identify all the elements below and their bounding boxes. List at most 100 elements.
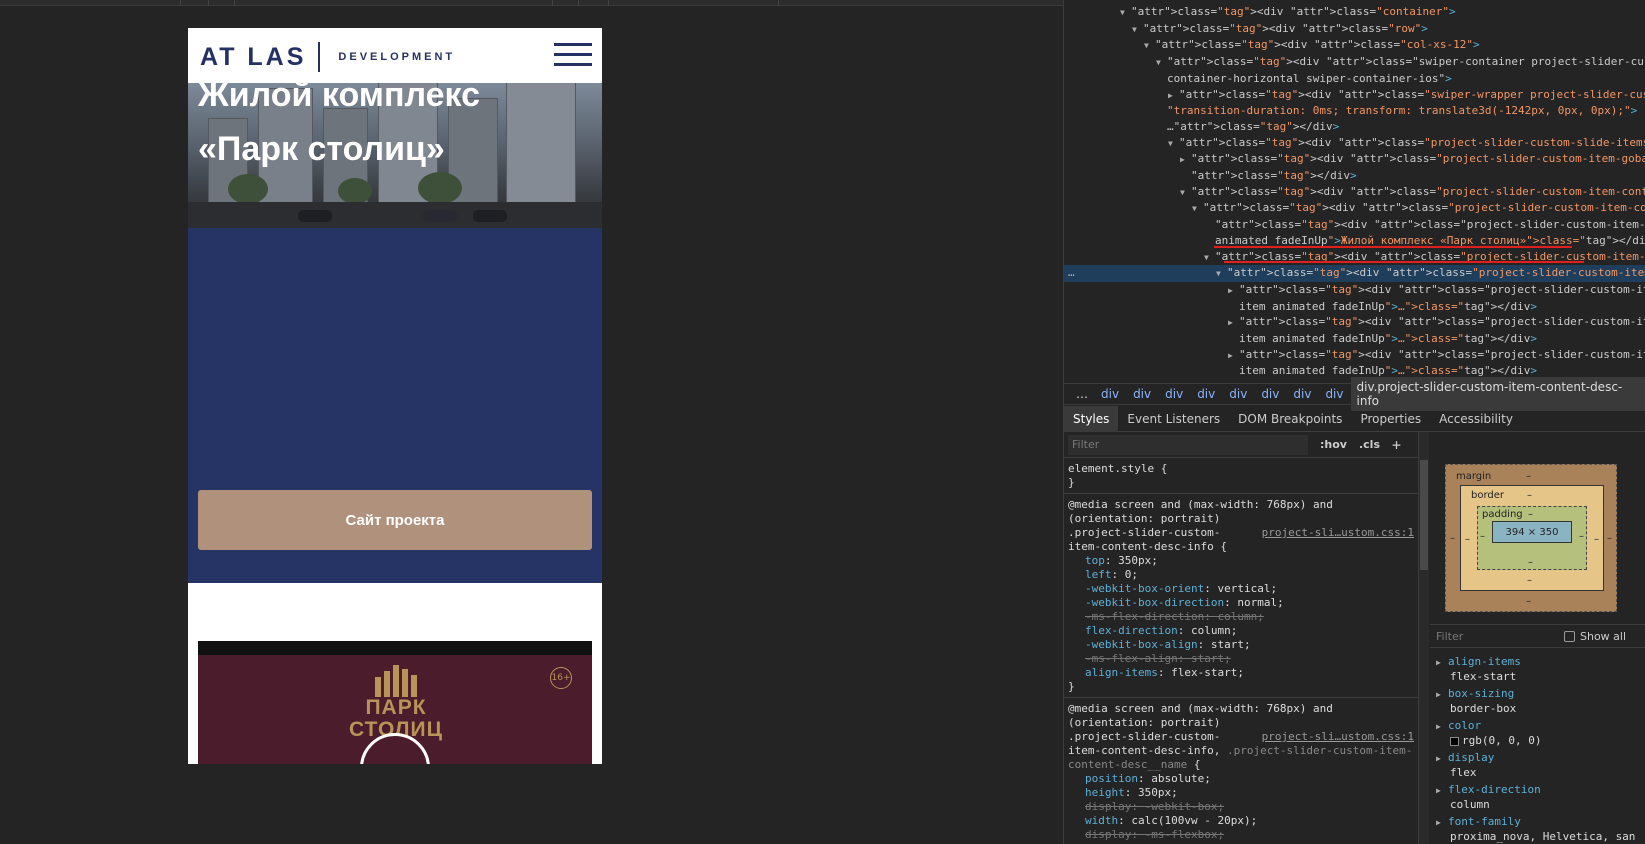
show-all-toggle[interactable]: Show all bbox=[1564, 630, 1626, 643]
expand-triangle-icon[interactable]: ▶ bbox=[1228, 315, 1239, 331]
dom-node[interactable]: ▼ "attr">class="tag"><div "attr">class="p… bbox=[1064, 135, 1645, 152]
video-player[interactable]: 16+ ПАРК СТОЛИЦ bbox=[198, 641, 592, 764]
breadcrumb-item[interactable]: div bbox=[1318, 387, 1350, 401]
dom-node[interactable]: ▶ "attr">class="tag"><div "attr">class="p… bbox=[1064, 347, 1645, 364]
collapse-triangle-icon[interactable]: ▼ bbox=[1216, 266, 1227, 282]
css-declaration[interactable]: -webkit-box-direction: normal; bbox=[1068, 596, 1414, 610]
tab-event-listeners[interactable]: Event Listeners bbox=[1118, 406, 1229, 432]
dom-node[interactable]: ▶ "attr">class="tag"><div "attr">class="s… bbox=[1064, 87, 1645, 104]
color-swatch[interactable] bbox=[1450, 736, 1459, 746]
collapse-triangle-icon[interactable]: ▼ bbox=[1192, 201, 1203, 217]
css-declaration[interactable]: display: -webkit-box; bbox=[1068, 800, 1414, 814]
breadcrumb-item[interactable]: div bbox=[1286, 387, 1318, 401]
dom-node[interactable]: …"attr">class="tag"></div> bbox=[1064, 119, 1645, 135]
atlas-logo[interactable]: AT LAS DEVELOPMENT bbox=[200, 42, 455, 72]
hover-state-toggle[interactable]: :hov bbox=[1320, 438, 1347, 452]
css-declaration[interactable]: height: 350px; bbox=[1068, 786, 1414, 800]
css-rule[interactable]: @media screen and (max-width: 768px) and… bbox=[1064, 494, 1418, 698]
expand-triangle-icon[interactable]: ▶ bbox=[1436, 784, 1448, 798]
rule-source-link[interactable]: project-sli…ustom.css:1 bbox=[1262, 730, 1414, 744]
dom-node[interactable]: item animated fadeInUp">…">class="tag"><… bbox=[1064, 299, 1645, 315]
dom-node[interactable]: "attr">class="tag"><div "attr">class="pr… bbox=[1064, 217, 1645, 233]
show-all-checkbox[interactable] bbox=[1564, 630, 1575, 642]
breadcrumb: … div div div div div div div div div.pr… bbox=[1064, 377, 1645, 411]
element-style-rule[interactable]: element.style { } bbox=[1064, 458, 1418, 494]
breadcrumb-item[interactable]: div bbox=[1190, 387, 1222, 401]
css-declaration[interactable]: -webkit-box-orient: vertical; bbox=[1068, 582, 1414, 596]
collapse-triangle-icon[interactable]: ▼ bbox=[1132, 22, 1143, 38]
collapse-triangle-icon[interactable]: ▼ bbox=[1204, 250, 1215, 266]
breadcrumb-item[interactable]: div bbox=[1222, 387, 1254, 401]
dom-node[interactable]: ▼ "attr">class="tag"><div "attr">class="c… bbox=[1064, 37, 1645, 54]
css-declaration[interactable]: display: -ms-flexbox; bbox=[1068, 828, 1414, 842]
dom-node[interactable]: ▶ "attr">class="tag"><div "attr">class="p… bbox=[1064, 314, 1645, 331]
dom-node[interactable]: ▶ "attr">class="tag"><div "attr">class="p… bbox=[1064, 282, 1645, 299]
dom-node[interactable]: item animated fadeInUp">…">class="tag"><… bbox=[1064, 331, 1645, 347]
expand-triangle-icon[interactable]: ▶ bbox=[1436, 752, 1448, 766]
node-actions-ellipsis[interactable]: … bbox=[1068, 265, 1075, 281]
computed-property[interactable]: ▶ display flex bbox=[1430, 750, 1645, 782]
hamburger-menu-icon[interactable] bbox=[554, 43, 592, 67]
breadcrumb-item[interactable]: div bbox=[1254, 387, 1286, 401]
dom-node-selected[interactable]: ▼ "attr">class="tag"><div "attr">class="p… bbox=[1064, 265, 1645, 282]
css-declaration[interactable]: left: 0; bbox=[1068, 568, 1414, 582]
expand-triangle-icon[interactable]: ▶ bbox=[1168, 88, 1179, 104]
dom-node[interactable]: "transition-duration: 0ms; transform: tr… bbox=[1064, 103, 1645, 119]
computed-property[interactable]: ▶ flex-direction column bbox=[1430, 782, 1645, 814]
expand-triangle-icon[interactable]: ▶ bbox=[1436, 656, 1448, 670]
css-declaration[interactable]: top: 350px; bbox=[1068, 554, 1414, 568]
computed-filter-input[interactable] bbox=[1436, 627, 1556, 645]
rule-close: } bbox=[1068, 680, 1075, 693]
styles-filter-input[interactable] bbox=[1068, 434, 1308, 455]
computed-property[interactable]: ▶ align-items flex-start bbox=[1430, 654, 1645, 686]
css-declaration[interactable]: flex-direction: column; bbox=[1068, 624, 1414, 638]
css-declaration[interactable]: -ms-flex-direction: column; bbox=[1068, 610, 1414, 624]
css-declaration[interactable]: align-items: flex-start; bbox=[1068, 666, 1414, 680]
css-declaration[interactable]: width: calc(100vw - 20px); bbox=[1068, 814, 1414, 828]
css-rule[interactable]: @media screen and (max-width: 768px) and… bbox=[1064, 698, 1418, 844]
dom-node[interactable]: ▼ "attr">class="tag"><div "attr">class="c… bbox=[1064, 4, 1645, 21]
tab-accessibility[interactable]: Accessibility bbox=[1430, 406, 1522, 432]
styles-scrollbar[interactable] bbox=[1419, 432, 1429, 844]
expand-triangle-icon[interactable]: ▶ bbox=[1228, 283, 1239, 299]
collapse-triangle-icon[interactable]: ▼ bbox=[1144, 38, 1155, 54]
computed-property[interactable]: ▶ box-sizing border-box bbox=[1430, 686, 1645, 718]
collapse-triangle-icon[interactable]: ▼ bbox=[1156, 55, 1167, 71]
computed-property[interactable]: ▶ font-family proxima_nova, Helvetica, san bbox=[1430, 814, 1645, 844]
dom-node[interactable]: ▼ "attr">class="tag"><div "attr">class="p… bbox=[1064, 184, 1645, 201]
expand-triangle-icon[interactable]: ▶ bbox=[1436, 720, 1448, 734]
dom-node[interactable]: ▼ "attr">class="tag"><div "attr">class="r… bbox=[1064, 21, 1645, 38]
rule-selector: element.style { bbox=[1068, 462, 1168, 475]
dom-node[interactable]: ▼ "attr">class="tag"><div "attr">class="p… bbox=[1064, 200, 1645, 217]
collapse-triangle-icon[interactable]: ▼ bbox=[1168, 136, 1179, 152]
collapse-triangle-icon[interactable]: ▼ bbox=[1120, 5, 1131, 21]
computed-property[interactable]: ▶ color rgb(0, 0, 0) bbox=[1430, 718, 1645, 750]
expand-triangle-icon[interactable]: ▶ bbox=[1436, 816, 1448, 830]
css-declaration[interactable]: -webkit-box-align: start; bbox=[1068, 638, 1414, 652]
expand-triangle-icon[interactable]: ▶ bbox=[1436, 688, 1448, 702]
breadcrumb-item[interactable]: div bbox=[1126, 387, 1158, 401]
logo-divider bbox=[318, 42, 321, 72]
css-declaration[interactable]: position: absolute; bbox=[1068, 772, 1414, 786]
tab-properties[interactable]: Properties bbox=[1351, 406, 1430, 432]
expand-triangle-icon[interactable]: ▶ bbox=[1228, 348, 1239, 364]
toolbar-divider bbox=[778, 0, 779, 6]
dom-node[interactable]: ▼ "attr">class="tag"><div "attr">class="s… bbox=[1064, 54, 1645, 71]
class-toggle[interactable]: .cls bbox=[1359, 438, 1380, 452]
project-site-button[interactable]: Сайт проекта bbox=[198, 490, 592, 550]
dom-node[interactable]: ▶ "attr">class="tag"><div "attr">class="p… bbox=[1064, 151, 1645, 168]
dom-node[interactable]: container-horizontal swiper-container-io… bbox=[1064, 71, 1645, 87]
expand-triangle-icon[interactable]: ▶ bbox=[1180, 152, 1191, 168]
breadcrumb-item[interactable]: div bbox=[1094, 387, 1126, 401]
elements-dom-tree[interactable]: ▼ "attr">class="tag"><div "attr">class="c… bbox=[1064, 0, 1645, 381]
css-declaration[interactable]: -ms-flex-align: start; bbox=[1068, 652, 1414, 666]
tab-dom-breakpoints[interactable]: DOM Breakpoints bbox=[1229, 406, 1351, 432]
new-rule-icon[interactable]: + bbox=[1392, 437, 1401, 452]
rule-source-link[interactable]: project-sli…ustom.css:1 bbox=[1262, 526, 1414, 540]
dom-node[interactable]: "attr">class="tag"></div> bbox=[1064, 168, 1645, 184]
tab-styles[interactable]: Styles bbox=[1064, 405, 1119, 432]
collapse-triangle-icon[interactable]: ▼ bbox=[1180, 185, 1191, 201]
selection-underline bbox=[1214, 246, 1572, 248]
breadcrumb-more[interactable]: … bbox=[1070, 387, 1094, 401]
breadcrumb-item[interactable]: div bbox=[1158, 387, 1190, 401]
